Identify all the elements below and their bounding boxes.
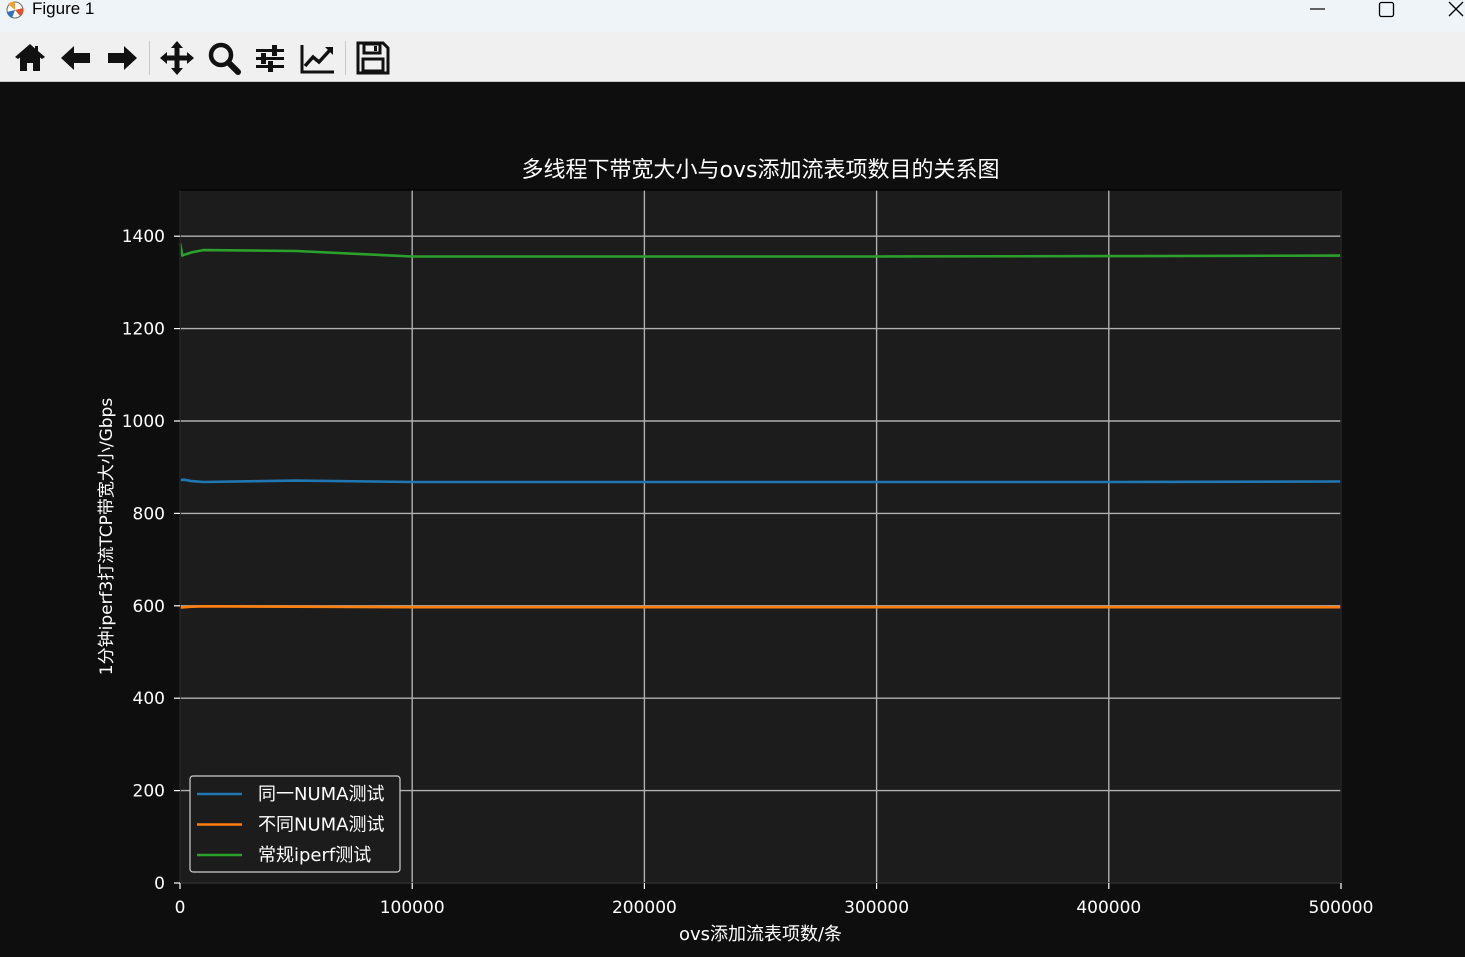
x-tick-label: 100000 xyxy=(380,898,445,918)
y-tick-label: 600 xyxy=(133,597,165,617)
y-tick-label: 800 xyxy=(133,504,165,524)
y-tick-label: 0 xyxy=(154,874,165,894)
maximize-button[interactable] xyxy=(1357,0,1417,24)
y-tick-label: 1000 xyxy=(122,412,165,432)
pan-button[interactable] xyxy=(157,38,197,78)
legend-label: 不同NUMA测试 xyxy=(258,815,384,836)
home-icon xyxy=(15,44,45,71)
matplotlib-icon xyxy=(4,1,26,19)
magnifier-icon xyxy=(208,42,241,75)
legend-label: 同一NUMA测试 xyxy=(258,784,384,805)
window-titlebar: Figure 1 xyxy=(0,0,1465,32)
y-tick-label: 200 xyxy=(133,782,165,802)
figure-canvas[interactable]: 0 100000 200000 300000 400000 500000 0 200 400 60… xyxy=(0,82,1465,957)
line-chart-icon xyxy=(300,45,334,74)
edit-axis-button[interactable] xyxy=(298,38,338,78)
floppy-disk-icon xyxy=(356,41,390,75)
close-button[interactable] xyxy=(1426,0,1465,24)
x-tick-label: 0 xyxy=(175,898,186,918)
sliders-icon xyxy=(256,45,284,72)
legend-label: 常规iperf测试 xyxy=(258,845,371,866)
maximize-icon xyxy=(1378,1,1395,18)
chart-title: 多线程下带宽大小与ovs添加流表项数目的关系图 xyxy=(522,158,1000,183)
y-tick-label: 1200 xyxy=(122,320,165,340)
toolbar-separator xyxy=(149,41,150,75)
y-tick-label: 400 xyxy=(133,689,165,709)
window-title: Figure 1 xyxy=(32,0,95,18)
x-tick-label: 400000 xyxy=(1076,898,1141,918)
x-tick-label: 500000 xyxy=(1309,898,1374,918)
minimize-icon xyxy=(1310,8,1325,10)
save-button[interactable] xyxy=(353,38,393,78)
legend: 同一NUMA测试不同NUMA测试常规iperf测试 xyxy=(189,775,401,873)
x-tick-label: 300000 xyxy=(844,898,909,918)
y-axis-label: 1分钟iperf3打流TCP带宽大小/Gbps xyxy=(97,398,117,676)
close-icon xyxy=(1448,1,1464,17)
series-line xyxy=(179,604,1341,609)
move-icon xyxy=(160,41,194,75)
x-tick-label: 200000 xyxy=(612,898,677,918)
toolbar-separator xyxy=(345,41,346,75)
forward-button[interactable] xyxy=(102,38,142,78)
navigation-toolbar xyxy=(0,32,1465,82)
plot-svg: 0 100000 200000 300000 400000 500000 0 200 400 60… xyxy=(97,158,1374,945)
zoom-button[interactable] xyxy=(204,38,244,78)
y-tick-label: 1400 xyxy=(122,227,165,247)
x-axis-label: ovs添加流表项数/条 xyxy=(679,924,842,945)
minimize-button[interactable] xyxy=(1288,0,1348,24)
arrow-right-icon xyxy=(108,46,137,70)
home-button[interactable] xyxy=(10,38,50,78)
configure-subplots-button[interactable] xyxy=(250,38,290,78)
arrow-left-icon xyxy=(61,46,90,70)
back-button[interactable] xyxy=(56,38,96,78)
